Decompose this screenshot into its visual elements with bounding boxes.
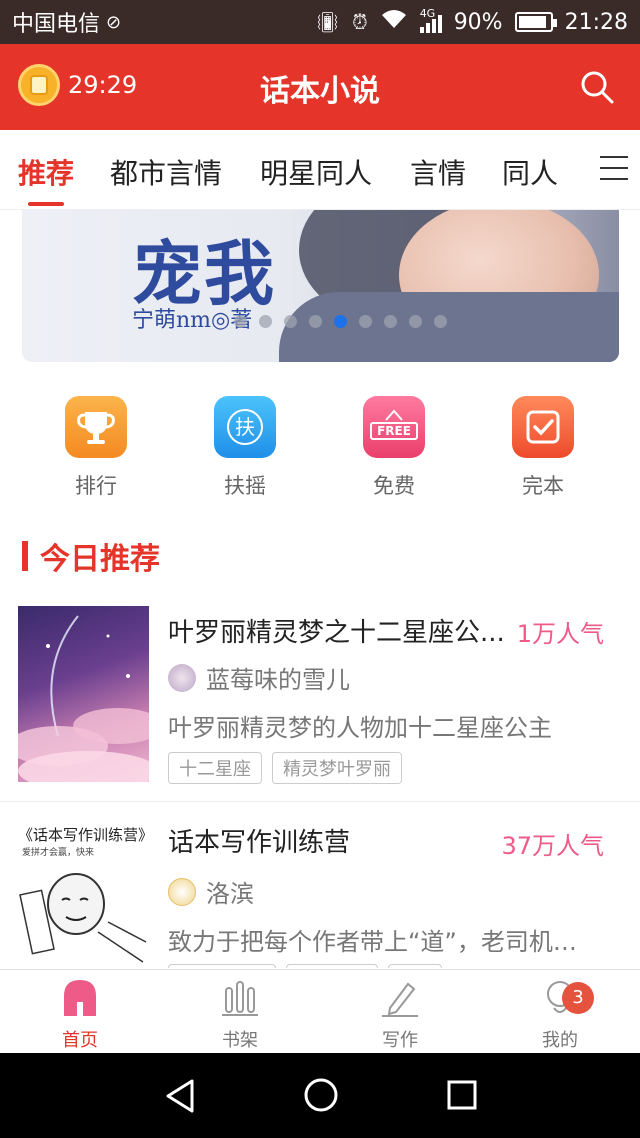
menu-icon[interactable] bbox=[600, 156, 628, 180]
free-icon: FREE bbox=[363, 396, 425, 458]
tag[interactable] bbox=[286, 964, 378, 968]
carousel-dot[interactable] bbox=[309, 315, 322, 328]
author-avatar bbox=[168, 663, 196, 692]
popularity-count: 1万人气 bbox=[516, 620, 604, 648]
status-bar: 中国电信 ⊘ 📳︎ ⏰︎ 4G 90% 21:28 bbox=[0, 0, 640, 44]
banner-carousel[interactable]: 宠我 宁萌nm◎著 bbox=[22, 210, 619, 362]
home-button-icon[interactable] bbox=[303, 1077, 339, 1113]
book-cover-image: 《话本写作训练营》 爱拼才会赢，快来 bbox=[18, 818, 149, 968]
book-cover-image bbox=[18, 606, 149, 782]
quick-link-complete[interactable]: 完本 bbox=[493, 396, 593, 500]
cover-title: 《话本写作训练营》 bbox=[18, 826, 149, 844]
quick-link-label: 排行 bbox=[75, 474, 117, 498]
network-type: 4G bbox=[419, 7, 436, 20]
book-tags bbox=[168, 964, 442, 968]
section-accent-bar bbox=[22, 541, 28, 571]
quick-link-label: 免费 bbox=[373, 474, 415, 498]
section-header: 今日推荐 bbox=[22, 534, 160, 578]
battery-percent: 90% bbox=[453, 9, 503, 35]
app-title: 话本小说 bbox=[260, 74, 380, 109]
category-tabs: 推荐 都市言情 明星同人 言情 同人 bbox=[0, 130, 640, 210]
carousel-indicator bbox=[234, 315, 447, 328]
quick-link-free[interactable]: FREE 免费 bbox=[344, 396, 444, 500]
book-description: 叶罗丽精灵梦的人物加十二星座公主 bbox=[168, 714, 552, 742]
quick-link-fuyao[interactable]: 扶 扶摇 bbox=[195, 396, 295, 500]
signal-icon: 4G bbox=[419, 7, 442, 33]
author-name: 洛滨 bbox=[206, 880, 254, 908]
nav-label: 写作 bbox=[382, 1030, 418, 1051]
carousel-dot[interactable] bbox=[409, 315, 422, 328]
quick-link-label: 扶摇 bbox=[224, 474, 266, 498]
tag[interactable] bbox=[388, 964, 442, 968]
nav-label: 首页 bbox=[62, 1030, 98, 1051]
nav-home[interactable]: 首页 bbox=[30, 978, 130, 1052]
author-row[interactable]: 洛滨 bbox=[168, 874, 254, 909]
carousel-dot-active[interactable] bbox=[334, 315, 347, 328]
battery-icon bbox=[514, 12, 557, 32]
book-title[interactable]: 话本写作训练营 bbox=[168, 822, 468, 859]
trophy-icon bbox=[65, 396, 127, 458]
book-description: 致力于把每个作者带上“道”，老司机开... bbox=[168, 928, 598, 956]
quick-link-ranking[interactable]: 排行 bbox=[46, 396, 146, 500]
notification-badge: 3 bbox=[562, 982, 594, 1014]
tab-urban-romance[interactable]: 都市言情 bbox=[110, 152, 222, 192]
book-card[interactable]: 《话本写作训练营》 爱拼才会赢，快来 话本写作训练营 37万人气 洛滨 致力于把… bbox=[0, 818, 640, 968]
book-tags: 十二星座 精灵梦叶罗丽 bbox=[168, 752, 402, 784]
carousel-dot[interactable] bbox=[284, 315, 297, 328]
app-header: 29:29 话本小说 bbox=[0, 44, 640, 130]
book-title[interactable]: 叶罗丽精灵梦之十二星座公... bbox=[168, 612, 508, 649]
tab-celebrity-fanfic[interactable]: 明星同人 bbox=[260, 152, 372, 192]
tag[interactable]: 十二星座 bbox=[168, 752, 262, 784]
free-glyph: FREE bbox=[370, 422, 418, 440]
carousel-dot[interactable] bbox=[359, 315, 372, 328]
nav-bookshelf[interactable]: 书架 bbox=[190, 978, 290, 1052]
wifi-icon bbox=[380, 8, 408, 36]
pen-icon bbox=[382, 982, 418, 1017]
fuyao-glyph: 扶 bbox=[227, 409, 263, 445]
nav-write[interactable]: 写作 bbox=[350, 978, 450, 1052]
alarm-icon: ⏰︎ bbox=[352, 10, 368, 34]
tag[interactable] bbox=[168, 964, 276, 968]
divider bbox=[0, 801, 640, 802]
tab-fanfic[interactable]: 同人 bbox=[502, 152, 558, 192]
author-avatar bbox=[168, 877, 196, 906]
no-sim-icon: ⊘ bbox=[106, 11, 122, 33]
cover-caption: 爱拼才会赢，快来 bbox=[22, 848, 95, 858]
carousel-dot[interactable] bbox=[259, 315, 272, 328]
carousel-dot[interactable] bbox=[434, 315, 447, 328]
bookshelf-icon bbox=[222, 981, 258, 1016]
bottom-navigation: 首页 书架 写作 我的 3 bbox=[0, 969, 640, 1053]
carrier-name: 中国电信 bbox=[12, 12, 101, 37]
author-row[interactable]: 蓝莓味的雪儿 bbox=[168, 660, 350, 695]
section-title: 今日推荐 bbox=[40, 542, 160, 577]
clock-time: 21:28 bbox=[564, 9, 628, 35]
home-icon bbox=[64, 980, 96, 1016]
nav-label: 书架 bbox=[222, 1030, 258, 1051]
active-tab-indicator bbox=[28, 202, 64, 206]
popularity-count: 37万人气 bbox=[501, 832, 604, 860]
nav-label: 我的 bbox=[542, 1030, 578, 1051]
nav-profile[interactable]: 我的 3 bbox=[510, 978, 610, 1052]
recent-apps-icon[interactable] bbox=[446, 1079, 478, 1111]
author-name: 蓝莓味的雪儿 bbox=[206, 666, 350, 694]
tab-recommend[interactable]: 推荐 bbox=[18, 152, 74, 192]
search-icon[interactable] bbox=[580, 70, 614, 104]
system-navigation-bar bbox=[0, 1053, 640, 1138]
carousel-dot[interactable] bbox=[234, 315, 247, 328]
tag[interactable]: 精灵梦叶罗丽 bbox=[272, 752, 402, 784]
quick-link-label: 完本 bbox=[522, 474, 564, 498]
fuyao-icon: 扶 bbox=[214, 396, 276, 458]
carousel-dot[interactable] bbox=[384, 315, 397, 328]
complete-icon bbox=[512, 396, 574, 458]
tab-romance[interactable]: 言情 bbox=[410, 152, 466, 192]
vibrate-icon: 📳︎ bbox=[314, 10, 341, 34]
back-icon[interactable] bbox=[162, 1077, 198, 1115]
book-card[interactable]: 叶罗丽精灵梦之十二星座公... 1万人气 蓝莓味的雪儿 叶罗丽精灵梦的人物加十二… bbox=[0, 606, 640, 798]
